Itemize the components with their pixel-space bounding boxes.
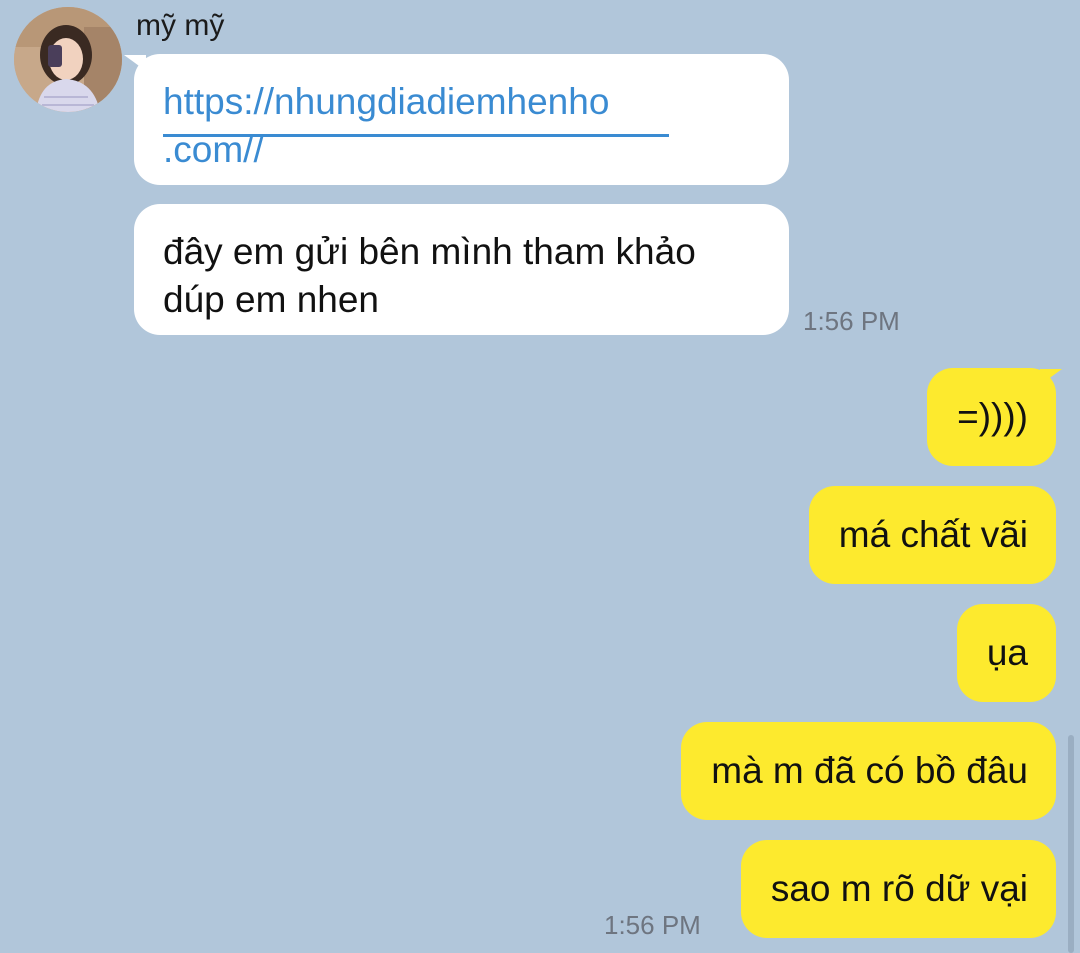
outgoing-message[interactable]: sao m rõ dữ vại [740, 840, 1056, 938]
incoming-timestamp: 1:56 PM [803, 306, 900, 336]
incoming-message-text[interactable]: đây em gửi bên mình tham khảo dúp em nhe… [134, 204, 789, 335]
incoming-message-link[interactable]: https://nhungdiadiemhenho .com// [134, 54, 789, 185]
outgoing-message[interactable]: ụa [956, 604, 1056, 702]
incoming-message-line1: đây em gửi bên mình tham khảo [163, 231, 696, 272]
outgoing-message[interactable]: mà m đã có bồ đâu [681, 722, 1056, 820]
avatar-image [14, 7, 122, 112]
outgoing-message[interactable]: má chất vãi [808, 486, 1056, 584]
link-underline [163, 134, 669, 137]
message-link[interactable]: https://nhungdiadiemhenho .com// [163, 78, 673, 174]
sender-name: mỹ mỹ [136, 9, 225, 42]
message-link-line1: https://nhungdiadiemhenho [163, 81, 610, 122]
outgoing-timestamp: 1:56 PM [604, 910, 701, 940]
incoming-message-line2: dúp em nhen [163, 279, 380, 320]
outgoing-message[interactable]: =)))) [927, 368, 1056, 466]
chat-scrollbar[interactable] [1068, 735, 1074, 953]
sender-avatar[interactable] [14, 7, 122, 112]
